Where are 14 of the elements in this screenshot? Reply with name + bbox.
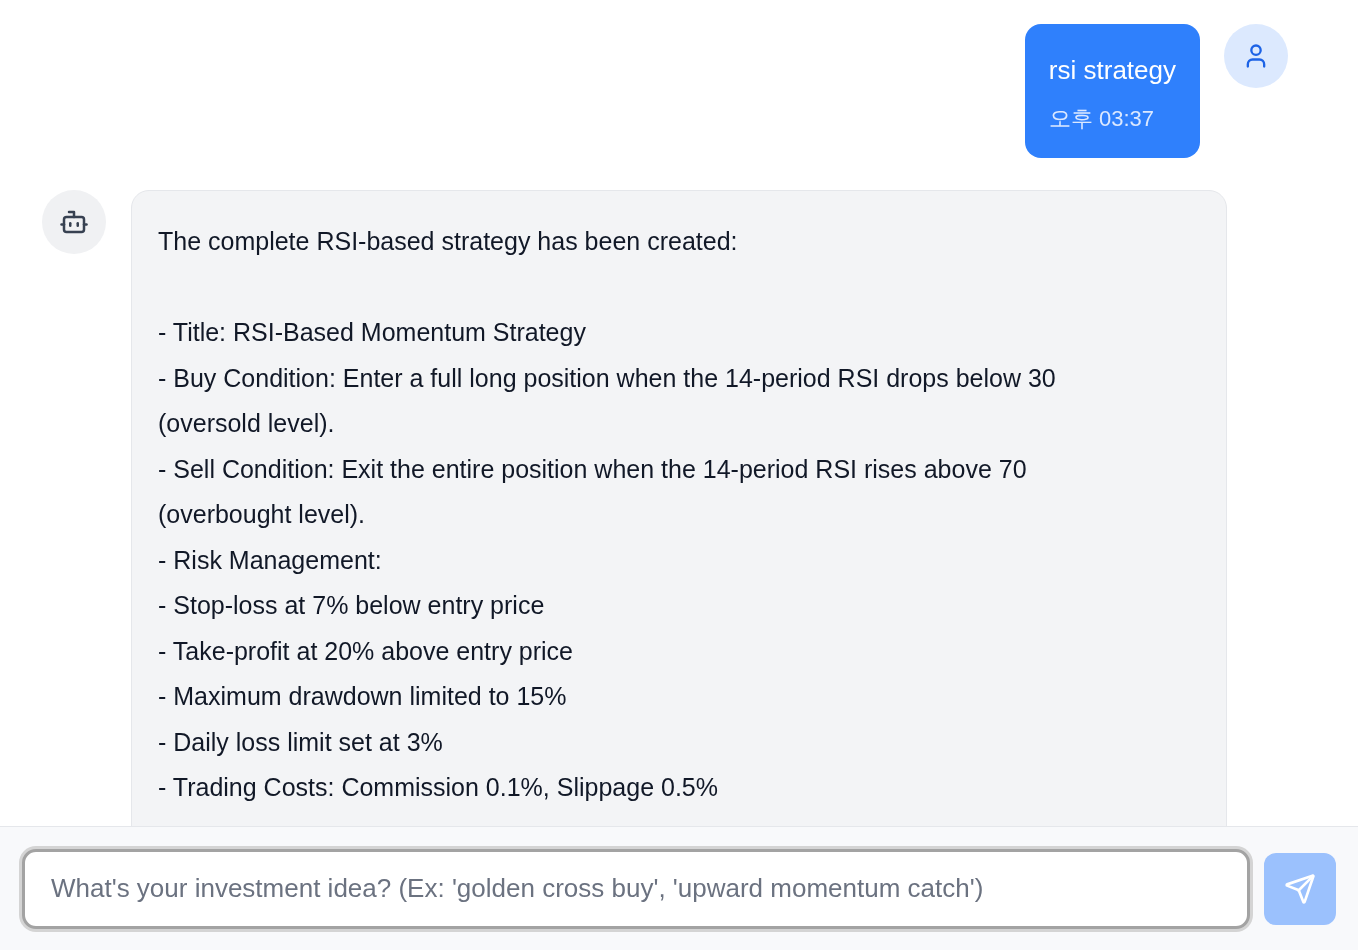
message-line: - Daily loss limit set at 3% xyxy=(158,726,444,758)
message-line: - Title: RSI-Based Momentum Strategy xyxy=(158,317,587,348)
message-line: - Trading Costs: Commission 0.1%, Slippage 0.5% xyxy=(158,772,719,803)
message-input-field[interactable]: What's your investment idea? (Ex: 'golden cross buy', 'upward momentum catch') xyxy=(22,848,1250,929)
message-line: - Risk Management: xyxy=(158,544,383,576)
message-text: rsi strategy xyxy=(1048,54,1176,86)
message-line: - Sell Condition: Exit the entire position when the 14-period RSI rises above 70 (overbought level). xyxy=(158,453,1028,530)
message-time: 오후 03:37 xyxy=(1048,105,1155,133)
send-icon xyxy=(1284,872,1316,905)
message-text: The complete RSI-based strategy has been created: xyxy=(158,226,739,257)
message-line: - Maximum drawdown limited to 15% xyxy=(158,681,568,712)
message-line: - Take-profit at 20% above entry price xyxy=(158,635,575,667)
message-line: - Stop-loss at 7% below entry price xyxy=(158,590,546,621)
message-line: - Buy Condition: Enter a full long position when the 14-period RSI drops below 30 (oversold level). xyxy=(158,362,1057,439)
